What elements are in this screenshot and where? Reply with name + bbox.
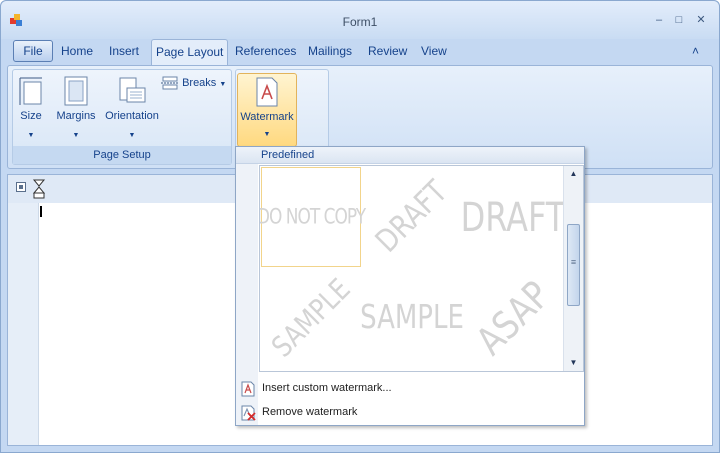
size-button[interactable]: Size ▼ — [18, 76, 44, 139]
margins-label: Margins — [56, 110, 96, 122]
margins-button[interactable]: Margins ▼ — [55, 76, 97, 139]
orientation-dropdown-arrow: ▼ — [128, 132, 136, 139]
watermark-thumb-draft-horizontal[interactable]: DRAFT — [461, 167, 566, 267]
custom-watermark-icon — [241, 381, 255, 397]
tab-stop-icon[interactable] — [32, 179, 46, 199]
tab-review[interactable]: Review — [368, 39, 407, 65]
breaks-dropdown-arrow: ▼ — [219, 80, 227, 88]
page-setup-group-label: Page Setup — [13, 146, 231, 164]
scroll-down-arrow-icon[interactable]: ▼ — [564, 355, 583, 371]
collapse-ribbon-icon[interactable]: ˄ — [692, 44, 699, 58]
watermark-gallery: DO NOT COPY DRAFT DRAFT SAMPLE SAMPLE AS… — [259, 165, 584, 372]
predefined-header: Predefined — [236, 147, 584, 164]
application-window: Form1 – □ ✕ File Home Insert Page Layout… — [0, 0, 720, 453]
watermark-label: Watermark — [240, 111, 294, 123]
maximize-button[interactable]: □ — [671, 13, 687, 27]
scroll-thumb[interactable] — [567, 224, 580, 306]
gallery-scrollbar[interactable]: ▲ ▼ — [563, 166, 583, 371]
margins-dropdown-arrow: ▼ — [72, 132, 80, 139]
watermark-dropdown-arrow: ▼ — [263, 131, 271, 138]
size-dropdown-arrow: ▼ — [27, 132, 35, 139]
close-button[interactable]: ✕ — [693, 13, 709, 27]
title-bar: Form1 – □ ✕ — [1, 1, 719, 39]
breaks-icon — [161, 76, 179, 90]
tab-insert[interactable]: Insert — [109, 39, 139, 65]
minimize-button[interactable]: – — [651, 13, 667, 27]
tab-references[interactable]: References — [235, 39, 296, 65]
orientation-button[interactable]: Orientation ▼ — [101, 76, 163, 139]
watermark-button-content: Watermark ▼ — [238, 77, 296, 138]
watermark-button[interactable]: Watermark ▼ — [237, 73, 297, 147]
insert-custom-watermark-item[interactable]: Insert custom watermark... — [236, 378, 584, 400]
page-setup-group: Size ▼ Margins ▼ Orientation ▼ Breaks ▼ … — [12, 69, 232, 165]
watermark-icon — [256, 77, 278, 107]
scroll-up-arrow-icon[interactable]: ▲ — [564, 166, 583, 182]
watermark-thumb-do-not-copy[interactable]: DO NOT COPY — [260, 167, 366, 267]
watermark-thumb-sample-horizontal[interactable]: SAMPLE — [360, 268, 464, 368]
predefined-label: Predefined — [261, 149, 315, 161]
watermark-thumb-asap-diagonal[interactable]: ASAP — [463, 268, 563, 368]
breaks-button[interactable]: Breaks ▼ — [161, 76, 229, 90]
remove-watermark-label: Remove watermark — [262, 406, 358, 418]
tab-file[interactable]: File — [13, 40, 53, 62]
margins-icon — [64, 76, 88, 106]
window-title: Form1 — [342, 15, 378, 29]
tab-view[interactable]: View — [421, 39, 447, 65]
ribbon-tab-row: File Home Insert Page Layout References … — [1, 39, 719, 65]
ruler-toggle-icon[interactable] — [16, 182, 26, 192]
insert-custom-watermark-label: Insert custom watermark... — [262, 382, 392, 394]
remove-watermark-icon — [241, 405, 256, 421]
tab-page-layout[interactable]: Page Layout — [151, 39, 229, 65]
page-size-icon — [19, 77, 42, 105]
breaks-label: Breaks — [182, 76, 217, 89]
orientation-label: Orientation — [105, 110, 159, 122]
vertical-ruler — [8, 203, 38, 445]
watermark-thumb-sample-diagonal[interactable]: SAMPLE — [261, 268, 361, 368]
watermark-thumb-draft-diagonal[interactable]: DRAFT — [362, 167, 462, 267]
tab-mailings[interactable]: Mailings — [308, 39, 352, 65]
watermark-dropdown: Predefined DO NOT COPY DRAFT DRAFT SAMPL… — [235, 146, 585, 426]
remove-watermark-item[interactable]: Remove watermark — [236, 402, 584, 424]
orientation-icon — [119, 77, 146, 103]
tab-home[interactable]: Home — [61, 39, 93, 65]
size-label: Size — [20, 110, 42, 122]
text-cursor — [40, 206, 42, 217]
